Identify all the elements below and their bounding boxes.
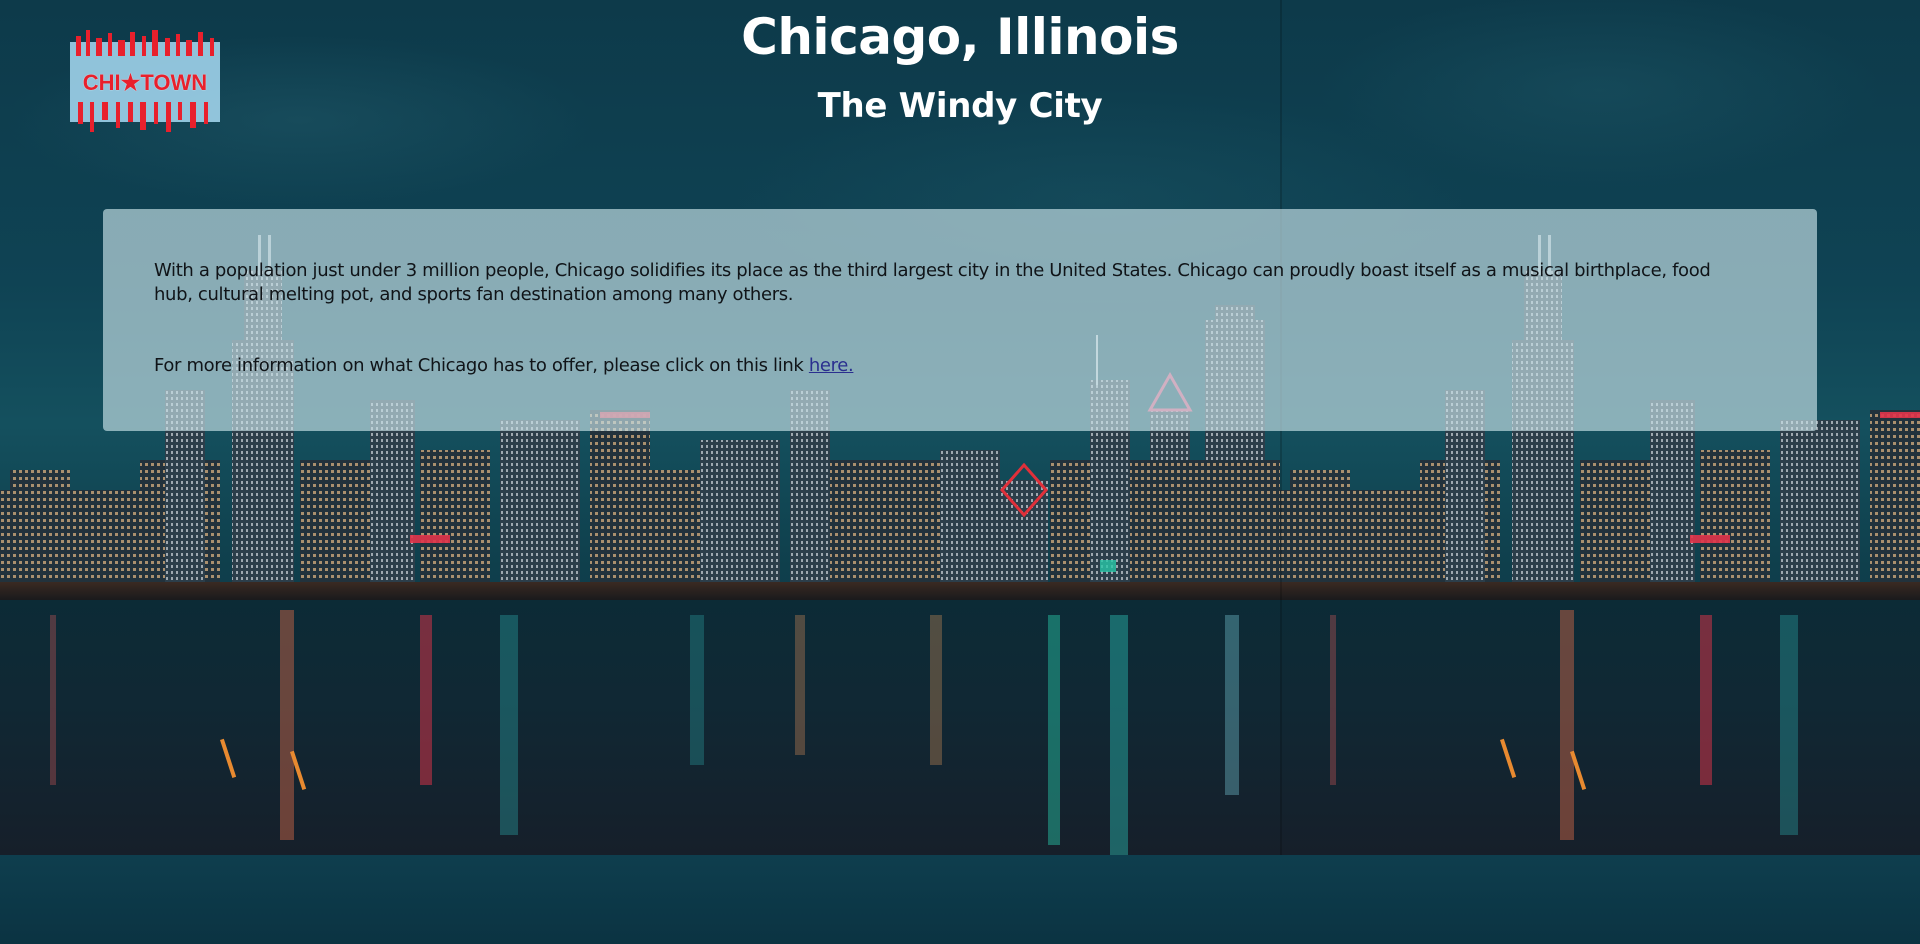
intro-paragraph: With a population just under 3 million p… <box>154 260 1711 305</box>
info-panel: With a population just under 3 million p… <box>103 209 1817 431</box>
page-subtitle: The Windy City <box>817 86 1103 126</box>
more-info-paragraph: For more information on what Chicago has… <box>154 354 1754 378</box>
more-info-text: For more information on what Chicago has… <box>154 355 809 376</box>
skyline-silhouette <box>0 233 1920 857</box>
page-title: Chicago, Illinois <box>741 8 1179 66</box>
more-info-link[interactable]: here. <box>809 355 854 376</box>
background-skyline-image <box>0 0 1920 944</box>
